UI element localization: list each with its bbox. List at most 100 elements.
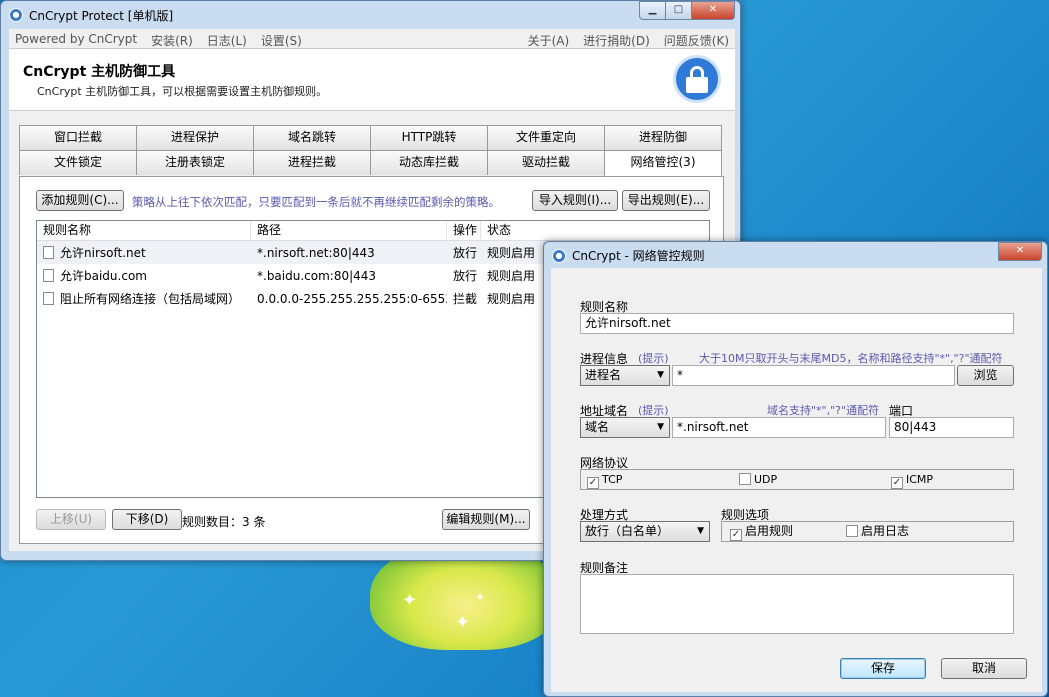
tab-http-redirect[interactable]: HTTP跳转 [370, 125, 488, 150]
rule-name: 阻止所有网络连接（包括局域网） [60, 292, 241, 306]
column-header-action[interactable]: 操作 [447, 221, 481, 240]
tcp-checkbox[interactable]: ✓ TCP [587, 473, 622, 489]
port-input[interactable]: 80|443 [889, 417, 1014, 438]
rule-action: 放行 [453, 269, 478, 283]
app-lock-icon: ● [9, 8, 23, 22]
rule-document-icon [43, 269, 54, 282]
rule-path: 0.0.0.0-255.255.255.255:0-65535 [257, 291, 447, 306]
add-rule-button[interactable]: 添加规则(C)... [36, 190, 124, 211]
wallpaper-sparkle: ✦ [402, 590, 418, 611]
handling-select[interactable]: 放行（白名单） ▼ [580, 521, 710, 542]
policy-tip: 策略从上往下依次匹配，只要匹配到一条后就不再继续匹配剩余的策略。 [132, 195, 500, 209]
import-rules-button[interactable]: 导入规则(I)... [532, 190, 618, 211]
address-hint-link[interactable]: (提示) [638, 402, 669, 418]
tab-file-lock[interactable]: 文件锁定 [19, 150, 137, 175]
menu-install[interactable]: 安装(R) [151, 32, 193, 49]
protocol-group: ✓ TCP UDP ✓ ICMP [580, 469, 1014, 490]
address-value-input[interactable]: *.nirsoft.net [672, 417, 886, 438]
export-rules-button[interactable]: 导出规则(E)... [622, 190, 710, 211]
rule-name: 允许nirsoft.net [60, 246, 146, 260]
rule-action: 拦截 [453, 292, 478, 306]
chevron-down-icon: ▼ [697, 526, 704, 536]
options-group: ✓ 启用规则 启用日志 [721, 521, 1014, 542]
rule-status: 规则启用 [487, 246, 536, 260]
enable-rule-label: 启用规则 [745, 524, 794, 538]
process-type-value: 进程名 [585, 368, 622, 382]
menu-donate[interactable]: 进行捐助(D) [583, 32, 650, 49]
menu-about[interactable]: 关于(A) [528, 32, 570, 49]
menubar: Powered by CnCrypt 安装(R) 日志(L) 设置(S) 关于(… [9, 29, 735, 49]
menu-powered-by: Powered by CnCrypt [15, 32, 138, 46]
browse-button[interactable]: 浏览 [957, 365, 1014, 386]
main-titlebar[interactable]: ● CnCrypt Protect [单机版] ▁ □ ✕ [1, 1, 740, 29]
dialog-body: 规则名称 允许nirsoft.net 进程信息 (提示) 大于10M只取开头与末… [551, 268, 1042, 692]
checkmark-icon: ✓ [587, 477, 599, 489]
menu-log[interactable]: 日志(L) [207, 32, 247, 49]
wallpaper-sparkle: ✦ [455, 612, 471, 633]
process-hint-link[interactable]: (提示) [638, 350, 669, 366]
tab-domain-redirect[interactable]: 域名跳转 [253, 125, 371, 150]
tab-driver-intercept[interactable]: 驱动拦截 [487, 150, 605, 175]
move-down-button[interactable]: 下移(D) [112, 509, 182, 530]
column-header-path[interactable]: 路径 [251, 221, 447, 240]
udp-checkbox[interactable]: UDP [739, 473, 777, 486]
tab-window-intercept[interactable]: 窗口拦截 [19, 125, 137, 150]
udp-label: UDP [754, 473, 778, 486]
header-banner: CnCrypt 主机防御工具 CnCrypt 主机防御工具，可以根据需要设置主机… [9, 49, 735, 111]
edit-rule-button[interactable]: 编辑规则(M)... [442, 509, 530, 530]
maximize-button[interactable]: □ [665, 1, 691, 20]
icmp-label: ICMP [906, 473, 934, 486]
rule-document-icon [43, 292, 54, 305]
tcp-label: TCP [602, 473, 623, 486]
chevron-down-icon: ▼ [657, 370, 664, 380]
close-button[interactable]: ✕ [691, 1, 735, 20]
address-hint-text: 域名支持"*","?"通配符 [767, 404, 880, 417]
enable-rule-checkbox[interactable]: ✓ 启用规则 [730, 525, 793, 541]
list-header: 规则名称 路径 操作 状态 [37, 221, 709, 241]
process-value-input[interactable]: * [672, 365, 955, 386]
menu-feedback[interactable]: 问题反馈(K) [664, 32, 729, 49]
unchecked-box-icon [739, 473, 751, 485]
column-header-status[interactable]: 状态 [481, 221, 541, 240]
move-up-button[interactable]: 上移(U) [36, 509, 106, 530]
address-type-value: 域名 [585, 420, 610, 434]
dialog-titlebar[interactable]: ● CnCrypt - 网络管控规则 ✕ [544, 242, 1047, 268]
tab-network-control[interactable]: 网络管控(3) [604, 150, 722, 177]
dialog-lock-icon: ● [552, 249, 566, 263]
minimize-button[interactable]: ▁ [639, 1, 665, 20]
enable-log-label: 启用日志 [861, 524, 910, 538]
checkmark-icon: ✓ [730, 529, 742, 541]
unchecked-box-icon [846, 525, 858, 537]
process-type-select[interactable]: 进程名 ▼ [580, 365, 670, 386]
icmp-checkbox[interactable]: ✓ ICMP [891, 473, 933, 489]
tab-dll-intercept[interactable]: 动态库拦截 [370, 150, 488, 175]
main-window-title: CnCrypt Protect [单机版] [29, 9, 174, 23]
save-button[interactable]: 保存 [840, 658, 926, 679]
menu-settings[interactable]: 设置(S) [261, 32, 302, 49]
tab-file-redirect[interactable]: 文件重定向 [487, 125, 605, 150]
rule-status: 规则启用 [487, 292, 536, 306]
enable-log-checkbox[interactable]: 启用日志 [846, 525, 909, 538]
process-hint-text: 大于10M只取开头与末尾MD5，名称和路径支持"*","?"通配符 [699, 352, 1003, 365]
header-title: CnCrypt 主机防御工具 [23, 64, 176, 80]
cancel-button[interactable]: 取消 [941, 658, 1027, 679]
rule-document-icon [43, 246, 54, 259]
column-header-name[interactable]: 规则名称 [37, 221, 251, 240]
rule-status: 规则启用 [487, 269, 536, 283]
handling-value: 放行（白名单） [585, 524, 670, 538]
tab-registry-lock[interactable]: 注册表锁定 [136, 150, 254, 175]
dialog-close-button[interactable]: ✕ [998, 242, 1042, 261]
note-textarea[interactable] [580, 574, 1014, 634]
header-subtitle: CnCrypt 主机防御工具，可以根据需要设置主机防御规则。 [37, 85, 328, 98]
dialog-title: CnCrypt - 网络管控规则 [572, 249, 705, 263]
tab-process-protect[interactable]: 进程保护 [136, 125, 254, 150]
rule-path: *.baidu.com:80|443 [257, 268, 377, 283]
tab-process-defense[interactable]: 进程防御 [604, 125, 722, 150]
address-type-select[interactable]: 域名 ▼ [580, 417, 670, 438]
rule-action: 放行 [453, 246, 478, 260]
checkmark-icon: ✓ [891, 477, 903, 489]
rule-path: *.nirsoft.net:80|443 [257, 245, 375, 260]
rule-count: 规则数目：3 条 [182, 515, 266, 529]
tab-process-intercept[interactable]: 进程拦截 [253, 150, 371, 175]
rule-name-input[interactable]: 允许nirsoft.net [580, 313, 1014, 334]
